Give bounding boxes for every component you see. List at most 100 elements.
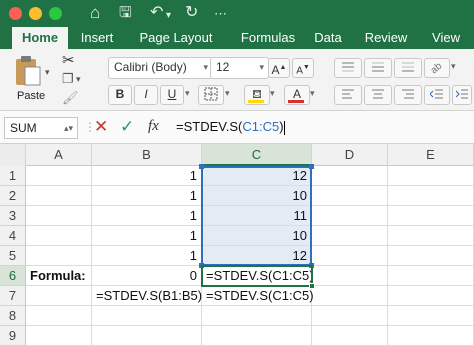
orientation-button[interactable]: ab xyxy=(424,58,450,78)
confirm-entry-icon[interactable]: ✓ xyxy=(120,117,134,137)
cell-d7[interactable] xyxy=(312,286,388,306)
cell-c2[interactable]: 10 xyxy=(202,186,312,206)
cell-a7[interactable] xyxy=(26,286,92,306)
row-header[interactable]: 6 xyxy=(0,266,26,286)
cell-a3[interactable] xyxy=(26,206,92,226)
cell-e3[interactable] xyxy=(388,206,474,226)
cell-c4[interactable]: 10 xyxy=(202,226,312,246)
row-header[interactable]: 3 xyxy=(0,206,26,226)
cell-d9[interactable] xyxy=(312,326,388,346)
fill-color-button[interactable]: ⛾ xyxy=(244,85,270,105)
cell-e2[interactable] xyxy=(388,186,474,206)
home-icon[interactable]: ⌂ xyxy=(90,3,100,23)
cell-b9[interactable] xyxy=(92,326,202,346)
bold-button[interactable]: B xyxy=(108,85,132,105)
cell-c7[interactable]: =STDEV.S(C1:C5) xyxy=(202,286,314,306)
cancel-entry-icon[interactable]: ✕ xyxy=(94,117,108,137)
increase-font-size-button[interactable]: A▲ xyxy=(268,58,290,78)
decrease-font-size-button[interactable]: A▼ xyxy=(292,58,314,78)
cell-b6[interactable]: 0 xyxy=(92,266,202,286)
increase-indent-button[interactable] xyxy=(452,85,472,105)
font-color-button[interactable]: A xyxy=(284,85,310,105)
row-header[interactable]: 8 xyxy=(0,306,26,326)
cell-b4[interactable]: 1 xyxy=(92,226,202,246)
column-header-a[interactable]: A xyxy=(26,144,92,166)
copy-icon[interactable]: ❐ xyxy=(62,71,74,87)
cell-c6[interactable]: =STDEV.S(C1:C5) xyxy=(202,266,314,286)
insert-function-icon[interactable]: fx xyxy=(148,118,159,135)
cell-b5[interactable]: 1 xyxy=(92,246,202,266)
cell-d2[interactable] xyxy=(312,186,388,206)
cell-e5[interactable] xyxy=(388,246,474,266)
column-header-d[interactable]: D xyxy=(312,144,388,166)
tab-formulas[interactable]: Formulas xyxy=(228,27,308,49)
save-icon[interactable]: 🖫 xyxy=(119,3,132,23)
cell-e7[interactable] xyxy=(388,286,474,306)
tab-insert[interactable]: Insert xyxy=(72,27,122,49)
cell-d5[interactable] xyxy=(312,246,388,266)
cell-a6[interactable]: Formula: xyxy=(26,266,92,286)
cell-d6[interactable] xyxy=(312,266,388,286)
borders-dropdown-icon[interactable]: ▾ xyxy=(225,88,230,99)
format-painter-icon[interactable]: 🖌 xyxy=(62,90,79,106)
underline-button[interactable]: U xyxy=(160,85,184,105)
tab-home[interactable]: Home xyxy=(12,27,68,49)
minimize-window-button[interactable] xyxy=(29,7,42,20)
column-header-b[interactable]: B xyxy=(92,144,202,166)
cell-a5[interactable] xyxy=(26,246,92,266)
cell-e9[interactable] xyxy=(388,326,474,346)
cell-a2[interactable] xyxy=(26,186,92,206)
underline-dropdown-icon[interactable]: ▾ xyxy=(185,88,190,99)
column-header-c[interactable]: C xyxy=(202,144,312,166)
row-header[interactable]: 7 xyxy=(0,286,26,306)
cell-d1[interactable] xyxy=(312,166,388,186)
cell-e8[interactable] xyxy=(388,306,474,326)
cell-a4[interactable] xyxy=(26,226,92,246)
tab-review[interactable]: Review xyxy=(356,27,416,49)
cell-b7[interactable]: =STDEV.S(B1:B5) xyxy=(92,286,202,306)
redo-icon[interactable]: ↻ xyxy=(185,3,198,23)
cell-d3[interactable] xyxy=(312,206,388,226)
cell-a1[interactable] xyxy=(26,166,92,186)
paste-dropdown-icon[interactable]: ▾ xyxy=(45,67,50,78)
cell-c1[interactable]: 12 xyxy=(202,166,312,186)
tab-view[interactable]: View xyxy=(424,27,468,49)
align-top-button[interactable] xyxy=(334,58,362,78)
row-header[interactable]: 2 xyxy=(0,186,26,206)
paste-button[interactable]: ▾ Paste xyxy=(10,53,54,107)
cell-b1[interactable]: 1 xyxy=(92,166,202,186)
cell-e1[interactable] xyxy=(388,166,474,186)
close-window-button[interactable] xyxy=(9,7,22,20)
align-middle-button[interactable] xyxy=(364,58,392,78)
cell-c9[interactable] xyxy=(202,326,312,346)
undo-dropdown-icon[interactable]: ▾ xyxy=(166,6,171,26)
align-right-button[interactable] xyxy=(394,85,422,105)
row-header[interactable]: 5 xyxy=(0,246,26,266)
italic-button[interactable]: I xyxy=(134,85,158,105)
undo-icon[interactable]: ↶ xyxy=(150,3,163,23)
align-bottom-button[interactable] xyxy=(394,58,422,78)
cut-icon[interactable]: ✂ xyxy=(62,51,75,69)
cell-b3[interactable]: 1 xyxy=(92,206,202,226)
font-name-select[interactable]: Calibri (Body) ▾ xyxy=(108,57,213,79)
cell-e6[interactable] xyxy=(388,266,474,286)
cell-c5[interactable]: 12 xyxy=(202,246,312,266)
column-header-e[interactable]: E xyxy=(388,144,474,166)
fill-color-dropdown-icon[interactable]: ▾ xyxy=(270,88,275,99)
tab-data[interactable]: Data xyxy=(308,27,348,49)
row-header[interactable]: 9 xyxy=(0,326,26,346)
font-size-select[interactable]: 12 ▾ xyxy=(210,57,269,79)
row-header[interactable]: 1 xyxy=(0,166,26,186)
borders-button[interactable] xyxy=(198,85,224,105)
orientation-dropdown-icon[interactable]: ▾ xyxy=(451,61,456,72)
cell-a9[interactable] xyxy=(26,326,92,346)
cell-d8[interactable] xyxy=(312,306,388,326)
cell-c8[interactable] xyxy=(202,306,312,326)
cell-b2[interactable]: 1 xyxy=(92,186,202,206)
font-color-dropdown-icon[interactable]: ▾ xyxy=(310,88,315,99)
tab-page-layout[interactable]: Page Layout xyxy=(130,27,222,49)
cell-e4[interactable] xyxy=(388,226,474,246)
row-header[interactable]: 4 xyxy=(0,226,26,246)
customize-toolbar-icon[interactable]: ⋯ xyxy=(214,4,227,24)
cell-b8[interactable] xyxy=(92,306,202,326)
